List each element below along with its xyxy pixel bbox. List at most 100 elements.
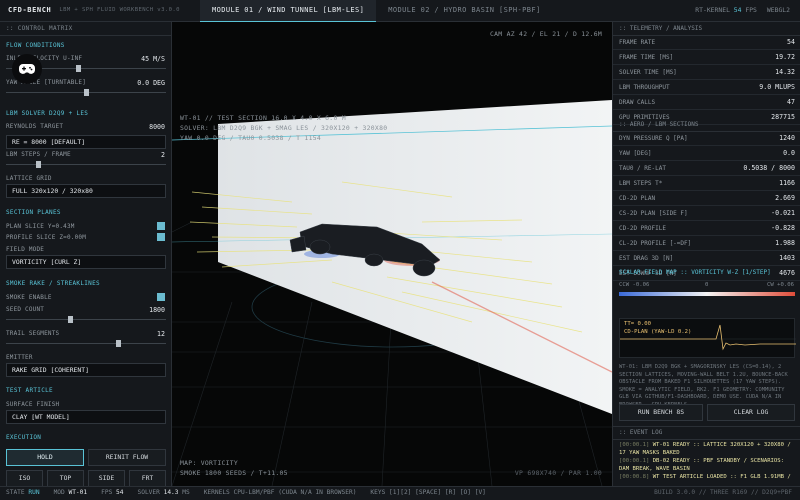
telemetry-header: :: TELEMETRY / ANALYSIS [613, 22, 800, 36]
aero-value: 1.988 [775, 239, 795, 248]
aero-value: 0.0 [783, 149, 795, 158]
section-flow-conditions: FLOW CONDITIONS [6, 42, 65, 49]
telemetry-value: 14.32 [775, 68, 795, 77]
aero-row: LBM STEPS T* 1166 [613, 177, 800, 191]
clear-log-button[interactable]: CLEAR LOG [707, 404, 795, 421]
run-bench-button[interactable]: RUN BENCH 8S [619, 404, 703, 421]
tab-hydro-basin[interactable]: MODULE 02 / HYDRO BASIN [SPH-PBF] [376, 0, 552, 22]
smoke-label: SMOKE 1800 SEEDS / T+11.05 [180, 469, 288, 477]
app-title: CFD-BENCH [8, 6, 52, 14]
lbm-steps-value: 2 [161, 151, 165, 159]
aero-header: :: AERO / LBM SECTIONS [613, 118, 800, 132]
profile-slice-label: PROFILE SLICE Z=0.00M [6, 234, 87, 241]
wind-tunnel-viewport[interactable]: WT-01 // TEST SECTION 16.0 X 4.0 X 6.0 M… [172, 22, 612, 486]
viewport-size-label: VP 698X740 / PAR 1.00 [514, 469, 602, 477]
log-text: WT TEST ARTICLE LOADED :: F1 GLB 1.91MB … [652, 474, 791, 480]
section-planes: SECTION PLANES [6, 209, 61, 216]
aero-key: TAU0 / RE-LAT [619, 164, 666, 172]
camera-readout: CAM AZ 42 / EL 21 / D 12.6M [490, 30, 602, 38]
yaw-slider-knob[interactable] [84, 89, 89, 96]
aero-key: CL-2D PROFILE [-=DF] [619, 239, 692, 247]
yaw-slider[interactable] [6, 89, 166, 96]
control-panel: :: CONTROL MATRIX FLOW CONDITIONS INLET … [0, 22, 172, 486]
lattice-grid-label: LATTICE GRID [6, 175, 52, 182]
aero-row: CS-2D PLAN [SIDE F] -0.021 [613, 207, 800, 221]
status-build: BUILD 3.0.0 // THREE R169 // D2Q9+PBF [654, 489, 792, 497]
section-test-article: TEST ARTICLE [6, 387, 53, 394]
aero-value: -0.828 [771, 224, 795, 233]
aero-row: CL-2D PROFILE [-=DF] 1.988 [613, 237, 800, 251]
status-fps: FPS 54 [101, 489, 124, 497]
view-top-button[interactable]: TOP [47, 470, 84, 486]
view-side-button[interactable]: SIDE [88, 470, 125, 486]
panel-header: :: CONTROL MATRIX [0, 22, 171, 36]
reinit-flow-button[interactable]: REINIT FLOW [88, 449, 166, 466]
aero-key: LBM STEPS T* [619, 179, 663, 187]
status-module: MOD WT-01 [53, 489, 88, 497]
aero-key: CS-2D PLAN [SIDE F] [619, 209, 688, 217]
aero-row: DYN PRESSURE Q [PA] 1240 [613, 132, 800, 146]
plan-slice-checkbox[interactable] [157, 222, 165, 230]
telemetry-value: 47 [787, 98, 795, 107]
aero-row: TAU0 / RE-LAT 0.5038 / 8000 [613, 162, 800, 176]
field-mode-select[interactable]: VORTICITY [CURL Z] [6, 255, 166, 269]
aero-value: 0.5038 / 8000 [743, 164, 795, 173]
aero-row: CD-2D PROFILE -0.828 [613, 222, 800, 236]
emitter-select[interactable]: RAKE GRID [COHERENT] [6, 363, 166, 377]
trail-segments-value: 12 [157, 330, 165, 338]
lattice-grid-select[interactable]: FULL 320x120 / 320x80 [6, 184, 166, 198]
inlet-slider-knob[interactable] [76, 65, 81, 72]
colorbar-low: CCW -0.06 [619, 282, 650, 288]
telemetry-key: FRAME TIME [MS] [619, 53, 674, 61]
profile-slice-checkbox[interactable] [157, 233, 165, 241]
api-label: WEBGL2 [766, 6, 790, 15]
aero-value: 2.669 [775, 194, 795, 203]
reynolds-label: REYNOLDS TARGET [6, 123, 64, 130]
lbm-steps-slider[interactable] [6, 161, 166, 168]
aero-key: EST DRAG 3D [N] [619, 254, 674, 262]
viewport-info-line-1: WT-01 // TEST SECTION 16.0 X 4.0 X 6.0 M [180, 114, 346, 122]
telemetry-row: FRAME RATE 54 [613, 36, 800, 50]
telemetry-key: LBM THROUGHPUT [619, 83, 670, 91]
tab-wind-tunnel[interactable]: MODULE 01 / WIND TUNNEL [LBM-LES] [200, 0, 377, 22]
section-lbm-solver: LBM SOLVER D2Q9 + LES [6, 110, 89, 117]
telemetry-row: DRAW CALLS 47 [613, 96, 800, 110]
cd-history-plot: TT= 0.00 CD-PLAN (YAW-LD 0.2) [619, 318, 796, 358]
telemetry-panel: :: TELEMETRY / ANALYSIS FRAME RATE 54 FRAM… [612, 22, 800, 486]
brand: CFD-BENCH LBM + SPH FLUID WORKBENCH v3.0… [0, 7, 200, 14]
app-subtitle: LBM + SPH FLUID WORKBENCH v3.0.0 [59, 6, 180, 13]
seed-count-label: SEED COUNT [6, 306, 45, 313]
surface-finish-label: SURFACE FINISH [6, 401, 60, 408]
telemetry-value: 19.72 [775, 53, 795, 62]
viewport-info-line-3: YAW 0.0 DEG / TAU0 0.5038 / T 1154 [180, 134, 322, 142]
hold-button[interactable]: HOLD [6, 449, 84, 466]
view-iso-button[interactable]: ISO [6, 470, 43, 486]
trail-segments-slider-knob[interactable] [116, 340, 121, 347]
trail-segments-slider[interactable] [6, 340, 166, 347]
smoke-enable-checkbox[interactable] [157, 293, 165, 301]
top-status: RT-KERNEL 54 FPS WEBGL2 [695, 6, 800, 15]
module-info-text: WT-01: LBM D2Q9 BGK + SMAGORINSKY LES (C… [619, 364, 788, 408]
aero-value: -0.021 [771, 209, 795, 218]
surface-finish-select[interactable]: CLAY [WT MODEL] [6, 410, 166, 424]
telemetry-key: FRAME RATE [619, 38, 656, 46]
lbm-steps-slider-knob[interactable] [36, 161, 41, 168]
kernel-readout: RT-KERNEL 54 FPS [695, 6, 757, 15]
gamepad-button[interactable] [12, 54, 42, 84]
map-label: MAP: VORTICITY [180, 459, 239, 467]
aero-key: YAW [DEG] [619, 149, 652, 157]
reynolds-select[interactable]: RE = 8000 [DEFAULT] [6, 135, 166, 149]
vorticity-colorbar [619, 292, 795, 296]
telemetry-row: FRAME TIME [MS] 19.72 [613, 51, 800, 65]
smoke-enable-label: SMOKE ENABLE [6, 294, 52, 301]
telemetry-value: 9.0 MLUPS [759, 83, 795, 92]
status-bar: STATE RUN MOD WT-01 FPS 54 SOLVER 14.3 M… [0, 486, 800, 500]
scalar-field-label: SCALAR FIELD MAP :: VORTICITY W-Z [1/STE… [619, 269, 771, 276]
aero-row: YAW [DEG] 0.0 [613, 147, 800, 161]
view-front-button[interactable]: FRT [129, 470, 166, 486]
seed-count-slider-knob[interactable] [68, 316, 73, 323]
event-log-header: :: EVENT LOG [613, 426, 800, 440]
seed-count-slider[interactable] [6, 316, 166, 323]
status-kernels: KERNELS CPU-LBM/PBF (CUDA N/A IN BROWSER… [203, 489, 357, 497]
emitter-label: EMITTER [6, 354, 33, 361]
